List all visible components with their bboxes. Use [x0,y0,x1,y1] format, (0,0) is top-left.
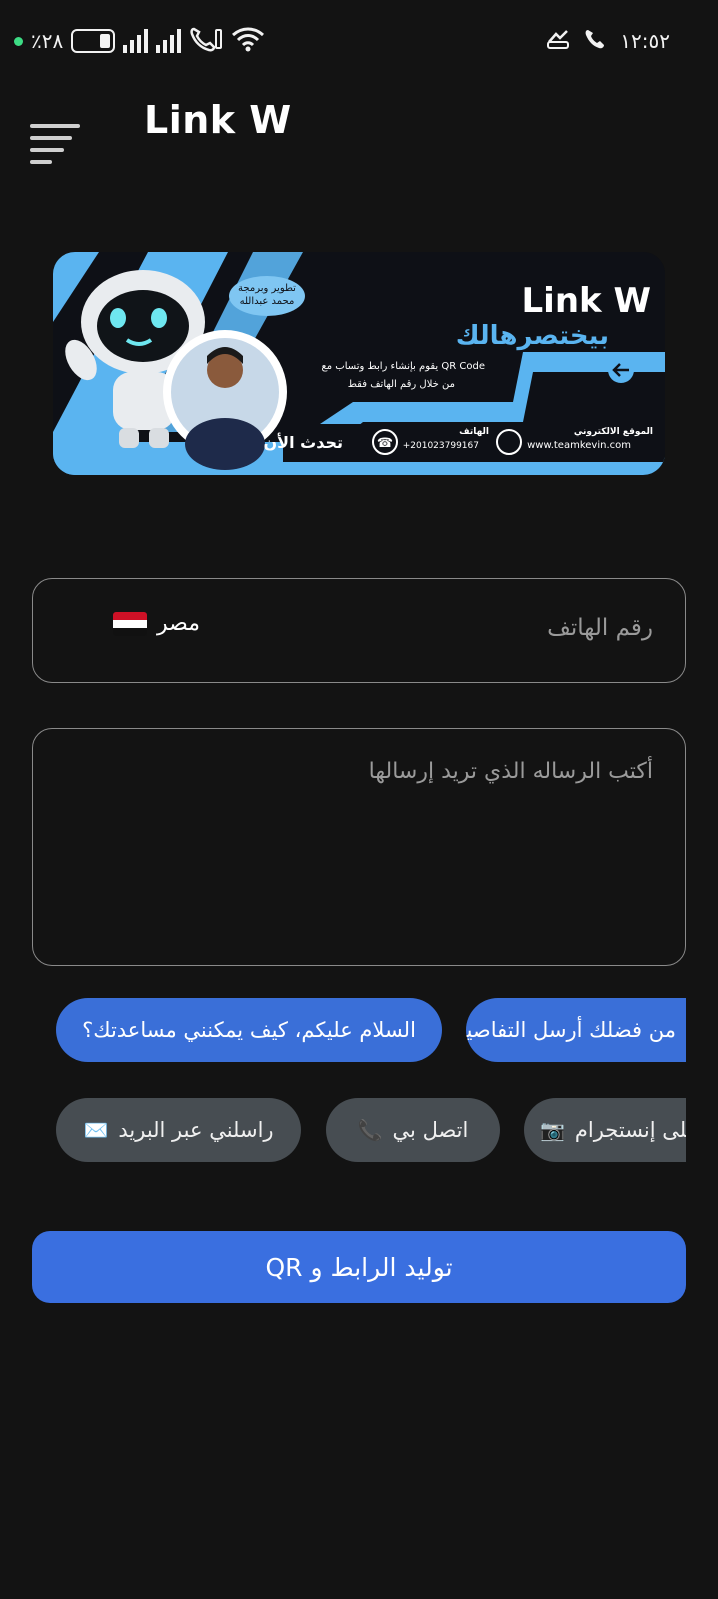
call-chip[interactable]: اتصل بي 📞 [326,1098,500,1162]
signal-icon-sim2 [156,29,182,53]
country-name: مصر [157,611,201,636]
egypt-flag-icon [113,611,147,636]
wifi-icon [231,26,265,56]
envelope-icon: ✉️ [83,1118,109,1142]
svg-text:www.teamkevin.com: www.teamkevin.com [527,440,631,451]
svg-text:الموقع الالكتروني: الموقع الالكتروني [574,427,653,437]
svg-text:☎: ☎ [377,436,393,451]
status-left: ٪٢٨ [14,26,265,56]
call-chip-label: اتصل بي [392,1118,469,1142]
svg-text:Link W: Link W [522,281,651,321]
menu-icon[interactable] [28,104,84,164]
status-right: ١٢:٥٢ [546,26,670,56]
svg-text:محمد عبدالله: محمد عبدالله [240,296,295,307]
message-field[interactable]: أكتب الرساله الذي تريد إرسالها [32,728,686,966]
promo-banner: تطوير وبرمجة محمد عبدالله Link W بيختصره… [53,252,665,475]
quick-messages-row: السلام عليكم، كيف يمكنني مساعدتك؟ من فضل… [56,998,686,1064]
email-chip-label: راسلني عبر البريد [118,1118,274,1142]
country-picker[interactable]: مصر [113,611,200,636]
status-bar: ٪٢٨ ١٢:٥٢ [0,0,718,84]
phone-icon: 📞 [357,1118,383,1142]
app-title: Link W [144,98,292,142]
contact-chips-row: راسلني عبر البريد ✉️ اتصل بي 📞 تابعني عل… [56,1098,686,1164]
hotspot-icon [546,28,570,54]
signal-icon-sim1 [123,29,149,53]
svg-text:الهاتف: الهاتف [459,427,489,437]
battery-percent: ٪٢٨ [31,29,64,53]
svg-text:+201023799167: +201023799167 [403,441,479,451]
svg-text:تطوير وبرمجة: تطوير وبرمجة [238,283,296,294]
email-chip[interactable]: راسلني عبر البريد ✉️ [56,1098,301,1162]
battery-icon [71,29,116,53]
svg-text:تحدث الأن: تحدث الأن [264,433,343,452]
active-indicator-dot [14,36,23,46]
quick-message-chip[interactable]: السلام عليكم، كيف يمكنني مساعدتك؟ [56,998,442,1062]
message-placeholder: أكتب الرساله الذي تريد إرسالها [368,759,653,784]
app-bar: Link W [0,84,718,174]
phone-call-icon [584,28,606,54]
svg-text:يقوم بإنشاء رابط وتساب مع QR C: يقوم بإنشاء رابط وتساب مع QR Code [321,361,485,372]
generate-link-qr-button[interactable]: توليد الرابط و QR [32,1231,686,1303]
instagram-chip[interactable]: تابعني على إنستجرام 📷 [524,1098,686,1162]
phone-number-field[interactable]: رقم الهاتف مصر [32,578,686,683]
svg-text:بيختصرهالك: بيختصرهالك [456,321,609,351]
camera-icon: 📷 [539,1118,565,1142]
quick-message-chip[interactable]: من فضلك أرسل التفاصيل. [466,998,686,1062]
generate-button-label: توليد الرابط و QR [265,1252,453,1282]
svg-text:من خلال رقم الهاتف فقط: من خلال رقم الهاتف فقط [348,379,455,390]
quick-message-label: السلام عليكم، كيف يمكنني مساعدتك؟ [82,1018,416,1042]
phone-number-placeholder: رقم الهاتف [547,615,653,641]
quick-message-label: من فضلك أرسل التفاصيل. [466,1018,676,1042]
wifi-calling-icon [189,26,223,56]
instagram-chip-label: تابعني على إنستجرام [574,1118,686,1142]
clock: ١٢:٥٢ [620,29,670,53]
